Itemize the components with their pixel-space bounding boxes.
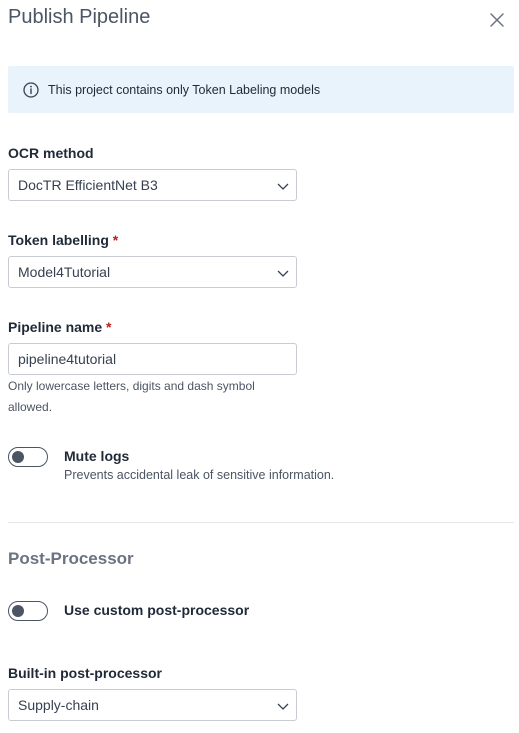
info-icon xyxy=(23,81,39,98)
toggle-knob xyxy=(12,450,24,463)
pipeline-name-hint: Only lowercase letters, digits and dash … xyxy=(8,379,255,414)
chevron-down-icon xyxy=(277,183,289,190)
mute-logs-label: Mute logs xyxy=(64,448,130,464)
required-mark: * xyxy=(106,319,112,335)
info-text: This project contains only Token Labelin… xyxy=(48,82,321,97)
divider xyxy=(8,522,514,523)
pipeline-name-input[interactable] xyxy=(8,343,297,375)
dialog-title: Publish Pipeline xyxy=(8,6,151,28)
info-banner: This project contains only Token Labelin… xyxy=(8,66,514,113)
ocr-method-value: DocTR EfficientNet B3 xyxy=(18,177,158,193)
toggle-knob xyxy=(12,604,24,617)
close-button[interactable] xyxy=(487,10,507,30)
ocr-method-label: OCR method xyxy=(8,145,94,161)
custom-post-processor-toggle[interactable] xyxy=(8,601,48,621)
custom-post-processor-label: Use custom post-processor xyxy=(64,602,250,618)
token-labelling-select[interactable]: Model4Tutorial xyxy=(8,256,297,288)
builtin-post-processor-select[interactable]: Supply-chain xyxy=(8,689,297,721)
token-labelling-value: Model4Tutorial xyxy=(18,264,111,280)
ocr-method-select[interactable]: DocTR EfficientNet B3 xyxy=(8,169,297,201)
builtin-post-processor-value: Supply-chain xyxy=(18,697,99,713)
chevron-down-icon xyxy=(277,270,289,277)
close-icon xyxy=(490,13,504,27)
required-mark: * xyxy=(112,232,119,248)
pipeline-name-label: Pipeline name * xyxy=(8,319,112,335)
mute-logs-description: Prevents accidental leak of sensitive in… xyxy=(64,468,335,482)
post-processor-heading: Post-Processor xyxy=(8,549,134,568)
mute-logs-toggle[interactable] xyxy=(8,447,48,467)
builtin-post-processor-label: Built-in post-processor xyxy=(8,665,163,681)
token-labelling-label: Token labelling * xyxy=(8,232,119,248)
chevron-down-icon xyxy=(277,703,289,710)
